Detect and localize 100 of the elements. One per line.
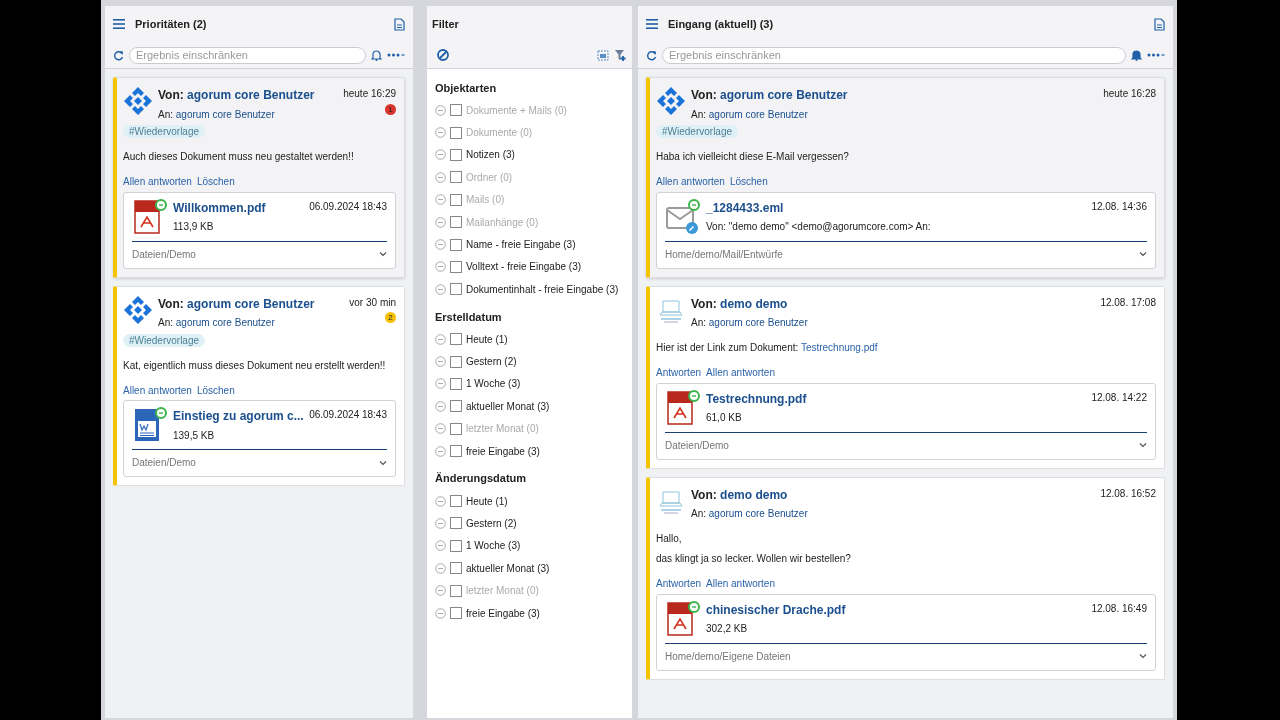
action-link[interactable]: Löschen — [196, 174, 235, 189]
action-link[interactable]: Allen antworten — [123, 382, 192, 398]
tag[interactable]: #Wiedervorlage — [123, 125, 206, 138]
action-link[interactable]: Allen antworten — [656, 174, 725, 189]
more-icon[interactable] — [387, 52, 405, 58]
chevron-down-icon[interactable] — [379, 459, 387, 466]
checkbox[interactable] — [450, 148, 462, 161]
action-link[interactable]: Allen antworten — [123, 174, 192, 189]
message-card[interactable] — [113, 77, 405, 278]
checkbox[interactable] — [450, 445, 462, 458]
document-icon[interactable] — [394, 17, 405, 31]
minus-circle-icon[interactable] — [435, 149, 446, 161]
minus-circle-icon[interactable] — [435, 171, 446, 183]
message-card[interactable]: Von: demo demo An: agorum core Benutzer 12.08. 17:08 Hier ist der Link zum Dokument: Testrechnung.pdf Antworten Allen antworten Testrechnung.pdf 12.08. 14:22 61,0 KB Dateien/Demo — [646, 285, 1165, 469]
timestamp: heute 16:28 — [1103, 87, 1156, 101]
checkbox[interactable] — [450, 607, 462, 619]
file-name[interactable]: chinesischer Drache.pdf — [706, 600, 1092, 619]
tag[interactable]: #Wiedervorlage — [656, 125, 739, 138]
chevron-down-icon[interactable] — [1139, 442, 1147, 448]
minus-circle-icon[interactable] — [435, 562, 446, 574]
minus-circle-icon[interactable] — [435, 378, 446, 390]
checkbox[interactable] — [450, 539, 462, 552]
minus-circle-icon[interactable] — [435, 445, 446, 457]
action-link[interactable]: Allen antworten — [706, 365, 775, 380]
minus-circle-icon[interactable] — [435, 127, 446, 139]
filter-icon[interactable] — [614, 49, 627, 61]
menu-icon[interactable] — [113, 19, 125, 29]
minus-circle-icon[interactable] — [435, 517, 446, 529]
filter-option[interactable]: Gestern (2) — [466, 354, 517, 370]
action-link[interactable]: Löschen — [196, 382, 235, 398]
checkbox[interactable] — [450, 495, 462, 508]
filter-option[interactable]: Heute (1) — [466, 331, 508, 347]
attachment-card[interactable]: Testrechnung.pdf 12.08. 14:22 61,0 KB Dateien/Demo — [656, 382, 1156, 460]
minus-circle-icon[interactable] — [435, 585, 446, 597]
checkbox[interactable] — [450, 400, 462, 413]
more-icon[interactable] — [1147, 52, 1165, 58]
checkbox[interactable] — [450, 562, 462, 575]
message-card[interactable] — [113, 285, 405, 486]
filter-option[interactable]: Gestern (2) — [466, 515, 517, 531]
minus-circle-icon[interactable] — [435, 356, 446, 368]
refresh-icon[interactable] — [113, 49, 124, 61]
message-card[interactable] — [646, 77, 1165, 278]
window-icon[interactable] — [597, 49, 609, 61]
menu-icon[interactable] — [646, 19, 658, 29]
file-name[interactable]: Willkommen.pdf — [173, 198, 310, 217]
checkbox[interactable] — [450, 378, 462, 390]
filter-option[interactable]: 1 Woche (3) — [466, 538, 521, 554]
file-name[interactable]: _1284433.eml — [706, 198, 1092, 217]
bell-icon[interactable] — [1131, 49, 1142, 61]
filter-option[interactable]: aktueller Monat (3) — [466, 398, 550, 414]
checkbox[interactable] — [450, 517, 462, 530]
attachment-card[interactable]: _1284433.eml 12.08. 14:36 Von: "demo demo" <demo@agorumcore.com> An: Home/demo/Mail/Entwürfe — [656, 191, 1156, 269]
search-field[interactable]: Ergebnis einschränken — [662, 46, 1126, 64]
checkbox[interactable] — [450, 355, 462, 368]
action-link[interactable]: Löschen — [729, 174, 768, 189]
action-link[interactable]: Allen antworten — [706, 576, 775, 591]
checkbox[interactable] — [450, 238, 462, 251]
minus-circle-icon[interactable] — [435, 495, 446, 507]
checkbox[interactable] — [450, 333, 462, 346]
filter-option[interactable]: Notizen (3) — [466, 147, 515, 163]
attachment-card[interactable]: Einstieg zu agorum c... 06.09.2024 18:43 139,5 KB Dateien/Demo — [123, 400, 396, 477]
chevron-down-icon[interactable] — [1139, 653, 1147, 659]
clear-filter-icon[interactable] — [437, 49, 449, 61]
filter-option[interactable]: freie Eingabe (3) — [466, 605, 540, 621]
filter-option[interactable]: Volltext - freie Eingabe (3) — [466, 259, 582, 275]
checkbox[interactable] — [450, 283, 462, 296]
bell-icon[interactable] — [371, 49, 382, 61]
chevron-down-icon[interactable] — [1139, 251, 1147, 257]
minus-circle-icon[interactable] — [435, 423, 446, 435]
attachment-card[interactable]: chinesischer Drache.pdf 12.08. 16:49 302,2 KB Home/demo/Eigene Dateien — [656, 593, 1156, 671]
chevron-down-icon[interactable] — [379, 251, 387, 257]
tag[interactable]: #Wiedervorlage — [123, 333, 206, 347]
action-link[interactable]: Antworten — [656, 365, 702, 380]
minus-circle-icon[interactable] — [435, 194, 446, 206]
checkbox[interactable] — [450, 260, 462, 273]
filter-option[interactable]: aktueller Monat (3) — [466, 560, 550, 576]
minus-circle-icon[interactable] — [435, 239, 446, 251]
filter-option[interactable]: Name - freie Eingabe (3) — [466, 237, 576, 253]
message-card[interactable] — [646, 476, 1165, 680]
refresh-icon[interactable] — [646, 49, 657, 61]
minus-circle-icon[interactable] — [435, 261, 446, 273]
minus-circle-icon[interactable] — [435, 104, 446, 116]
minus-circle-icon[interactable] — [435, 607, 446, 619]
filter-option[interactable]: Heute (1) — [466, 493, 508, 509]
file-name[interactable]: Testrechnung.pdf — [706, 389, 1092, 408]
minus-circle-icon[interactable] — [435, 540, 446, 552]
file-name[interactable]: Einstieg zu agorum c... — [173, 407, 310, 425]
document-icon[interactable] — [1154, 17, 1165, 31]
search-field[interactable]: Ergebnis einschränken — [129, 46, 366, 64]
minus-circle-icon[interactable] — [435, 283, 446, 295]
action-link[interactable]: Antworten — [656, 576, 702, 591]
attachment-card[interactable]: Willkommen.pdf 06.09.2024 18:43 113,9 KB Dateien/Demo — [123, 191, 396, 269]
filter-option[interactable]: Dokumentinhalt - freie Eingabe (3) — [466, 281, 619, 297]
minus-circle-icon[interactable] — [435, 333, 446, 345]
file-detail: 61,0 KB — [706, 411, 743, 425]
filter-option[interactable]: 1 Woche (3) — [466, 376, 521, 392]
filter-option[interactable]: freie Eingabe (3) — [466, 443, 540, 459]
minus-circle-icon[interactable] — [435, 216, 446, 228]
minus-circle-icon[interactable] — [435, 400, 446, 412]
document-link[interactable]: Testrechnung.pdf — [800, 342, 878, 353]
